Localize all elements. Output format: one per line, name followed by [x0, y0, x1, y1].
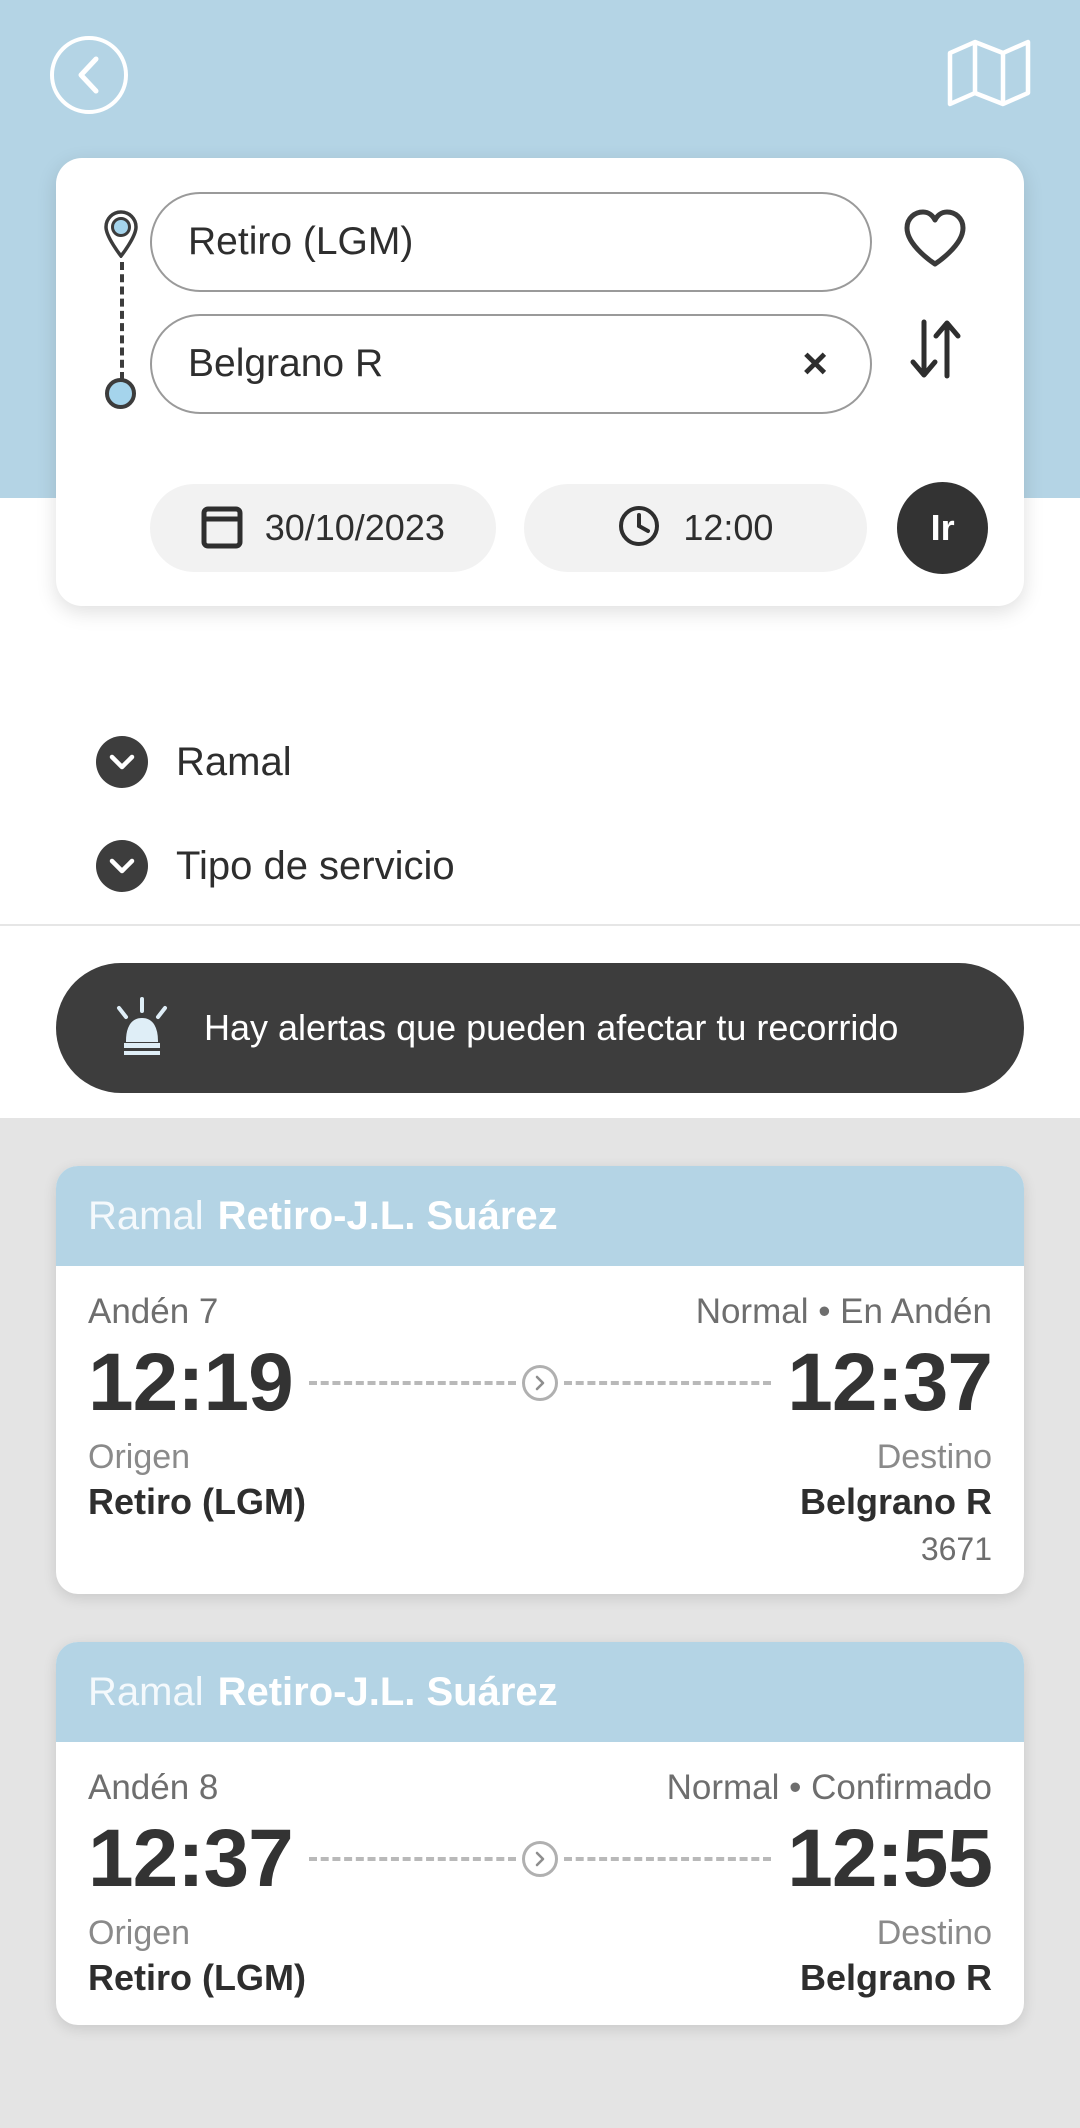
train-number: 3671	[920, 1531, 992, 1567]
origin-label: Origen	[88, 1438, 191, 1476]
result-card[interactable]: Ramal Retiro-J.L. Suárez Andén 7 Normal …	[56, 1166, 1024, 1594]
results-list: Ramal Retiro-J.L. Suárez Andén 7 Normal …	[0, 1118, 1080, 2128]
map-button[interactable]	[946, 36, 1032, 114]
route-side-actions	[872, 192, 988, 414]
ramal-prefix: Ramal	[88, 1669, 204, 1714]
destination-value: Belgrano R	[188, 342, 384, 385]
time-value: 12:00	[683, 507, 774, 548]
origin-block: Origen Retiro (LGM)	[88, 1914, 306, 1999]
filter-tipo-de-servicio[interactable]: Tipo de servicio	[96, 814, 1080, 918]
destination-label: Destino	[876, 1914, 992, 1952]
ramal-name: Retiro-J.L. Suárez	[217, 1669, 558, 1714]
ramal-prefix: Ramal	[88, 1193, 204, 1238]
clock-icon	[617, 504, 661, 553]
depart-time: 12:37	[88, 1813, 294, 1904]
chevron-down-icon	[96, 840, 148, 892]
swap-stations-button[interactable]	[900, 316, 970, 386]
chevron-right-icon	[522, 1841, 558, 1877]
destination-label: Destino	[876, 1438, 992, 1476]
card-body: Andén 7 Normal • En Andén 12:19 12:37 Or…	[56, 1266, 1024, 1594]
origin-value: Retiro (LGM)	[188, 220, 414, 263]
circle-dot-icon	[105, 378, 136, 409]
filter-ramal-label: Ramal	[176, 739, 292, 784]
route-markers	[92, 192, 150, 452]
result-card[interactable]: Ramal Retiro-J.L. Suárez Andén 8 Normal …	[56, 1642, 1024, 2025]
clear-destination-icon[interactable]: ×	[802, 342, 834, 386]
route-dashed-line	[120, 262, 124, 380]
filter-tipo-de-servicio-label: Tipo de servicio	[176, 843, 455, 888]
times-row: 12:19 12:37	[88, 1336, 993, 1430]
status-badge: Normal • Confirmado	[666, 1768, 992, 1807]
platform-label: Andén 7	[88, 1292, 219, 1331]
swap-vertical-icon	[902, 316, 968, 387]
back-button[interactable]	[50, 36, 128, 114]
card-body: Andén 8 Normal • Confirmado 12:37 12:55 …	[56, 1742, 1024, 2025]
destination-block: Destino Belgrano R	[800, 1914, 992, 1999]
arrive-time: 12:37	[787, 1337, 993, 1428]
origin-input[interactable]: Retiro (LGM)	[150, 192, 872, 292]
ramal-name: Retiro-J.L. Suárez	[217, 1193, 558, 1238]
arrive-time: 12:55	[787, 1813, 993, 1904]
origin-name: Retiro (LGM)	[88, 1957, 306, 1998]
origin-block: Origen Retiro (LGM)	[88, 1438, 306, 1568]
destination-block: Destino Belgrano R 3671	[800, 1438, 992, 1568]
card-meta-row: Andén 8 Normal • Confirmado	[88, 1768, 992, 1808]
destination-input[interactable]: Belgrano R ×	[150, 314, 872, 414]
alert-text: Hay alertas que pueden afectar tu recorr…	[204, 1007, 899, 1048]
chevron-right-icon	[522, 1365, 558, 1401]
filter-ramal[interactable]: Ramal	[96, 710, 1080, 814]
origin-destination-row: Origen Retiro (LGM) Destino Belgrano R 3…	[88, 1438, 992, 1568]
origin-name: Retiro (LGM)	[88, 1481, 306, 1522]
alert-banner[interactable]: Hay alertas que pueden afectar tu recorr…	[56, 963, 1024, 1093]
card-meta-row: Andén 7 Normal • En Andén	[88, 1292, 992, 1332]
origin-label: Origen	[88, 1914, 191, 1952]
heart-icon	[902, 209, 968, 274]
depart-time: 12:19	[88, 1337, 294, 1428]
status-badge: Normal • En Andén	[695, 1292, 992, 1331]
chevron-down-icon	[96, 736, 148, 788]
trip-connector	[293, 1839, 788, 1879]
trip-connector	[293, 1363, 788, 1403]
date-picker-button[interactable]: 30/10/2023	[150, 484, 496, 572]
chevron-left-icon	[74, 54, 104, 96]
destination-name: Belgrano R	[799, 1481, 992, 1522]
card-header: Ramal Retiro-J.L. Suárez	[56, 1166, 1024, 1266]
search-card: Retiro (LGM) Belgrano R × 30/10/2023 12:…	[56, 158, 1024, 606]
location-pin-icon	[102, 210, 140, 259]
time-picker-button[interactable]: 12:00	[523, 484, 868, 572]
favorite-button[interactable]	[900, 206, 970, 276]
map-icon	[946, 37, 1032, 114]
origin-destination-row: Origen Retiro (LGM) Destino Belgrano R	[88, 1914, 992, 1999]
siren-icon	[114, 995, 170, 1062]
route-inputs-row: Retiro (LGM) Belgrano R ×	[92, 192, 988, 452]
app-root: Retiro (LGM) Belgrano R × 30/10/2023 12:…	[0, 0, 1080, 2128]
card-header: Ramal Retiro-J.L. Suárez	[56, 1642, 1024, 1742]
destination-name: Belgrano R	[799, 1957, 992, 1998]
calendar-icon	[201, 503, 243, 554]
date-value: 30/10/2023	[264, 507, 445, 548]
go-button[interactable]: Ir	[897, 482, 988, 574]
times-row: 12:37 12:55	[88, 1812, 993, 1906]
section-divider	[0, 924, 1080, 926]
date-time-row: 30/10/2023 12:00 Ir	[92, 482, 988, 574]
platform-label: Andén 8	[88, 1768, 219, 1807]
filters-section: Ramal Tipo de servicio	[0, 710, 1080, 948]
route-fields: Retiro (LGM) Belgrano R ×	[150, 192, 872, 414]
